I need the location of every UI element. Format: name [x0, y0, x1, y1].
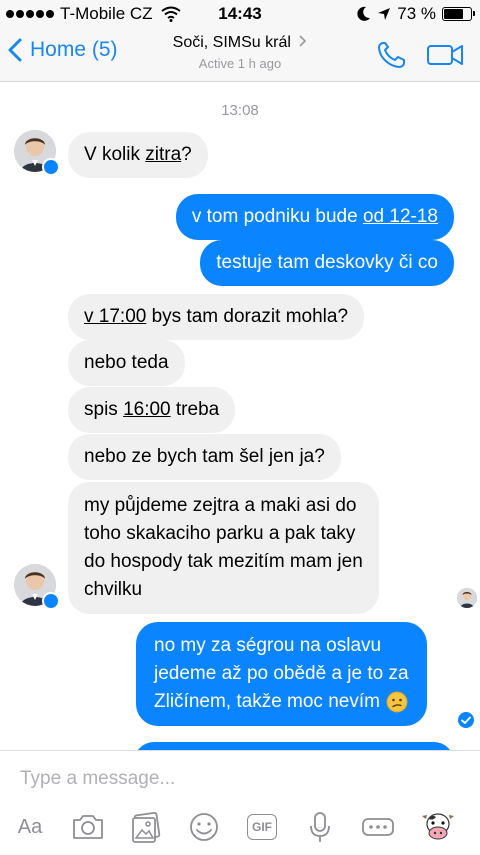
message-bubble-outgoing-partial[interactable] — [134, 742, 454, 750]
messenger-badge-icon — [42, 158, 60, 176]
more-icon[interactable] — [360, 809, 396, 845]
message-bubble-incoming[interactable]: spis 16:00 treba — [68, 387, 236, 433]
avatar[interactable] — [14, 564, 60, 610]
status-bar: T-Mobile CZ 14:43 73 % — [0, 0, 480, 28]
composer: Aa GIF — [0, 750, 480, 855]
conversation-title-area[interactable]: Soči, SIMSu král Active 1 h ago — [140, 34, 340, 71]
battery-percent: 73 % — [397, 4, 436, 23]
message-thread[interactable]: 13:08 V kolik zitra? v tom podniku bude … — [0, 82, 480, 750]
message-line: chvilku — [84, 579, 143, 600]
message-link[interactable]: od 12-18 — [363, 206, 438, 227]
message-text: treba — [170, 399, 220, 420]
message-text: V kolik — [84, 144, 146, 165]
phone-icon[interactable] — [376, 40, 408, 70]
cow-sticker-icon[interactable] — [420, 809, 456, 845]
seen-avatar — [457, 588, 477, 608]
message-text: nebo teda — [84, 352, 169, 373]
message-line: no my za ségrou na oslavu — [154, 635, 382, 656]
chevron-left-icon — [8, 38, 22, 62]
conversation-title: Soči, SIMSu král — [140, 34, 340, 52]
message-text: spis — [84, 399, 124, 420]
message-line-with-emoji: Zličínem, takže moc nevím — [154, 688, 409, 716]
emoji-smiley-icon[interactable] — [186, 809, 222, 845]
message-line: do hospody tak mezitím mam jen — [84, 551, 363, 572]
message-text: testuje tam deskovky či co — [216, 252, 438, 273]
message-line: jedeme až po obědě a je to za — [154, 663, 409, 684]
aa-label: Aa — [17, 815, 43, 838]
battery-icon — [442, 7, 475, 21]
message-text: v tom podniku bude — [191, 206, 363, 227]
message-link[interactable]: v 17:00 — [84, 306, 146, 327]
back-button[interactable]: Home (5) — [8, 38, 118, 62]
message-bubble-incoming[interactable]: V kolik zitra? — [68, 132, 208, 178]
video-camera-icon[interactable] — [426, 42, 464, 68]
moon-icon — [357, 6, 371, 21]
back-label: Home (5) — [30, 38, 118, 61]
message-line: my půjdeme zejtra a maki asi do — [84, 495, 357, 516]
message-bubble-incoming[interactable]: nebo teda — [68, 340, 185, 386]
message-bubble-incoming[interactable]: my půjdeme zejtra a maki asi do toho ska… — [68, 482, 379, 614]
timestamp: 13:08 — [221, 102, 259, 119]
message-text: ? — [181, 144, 192, 165]
message-link[interactable]: zitra — [145, 144, 181, 165]
message-bubble-outgoing[interactable]: testuje tam deskovky či co — [200, 240, 454, 286]
message-bubble-incoming[interactable]: v 17:00 bys tam dorazit mohla? — [68, 294, 365, 340]
message-bubble-outgoing[interactable]: v tom podniku bude od 12-18 — [175, 194, 454, 240]
active-status: Active 1 h ago — [198, 56, 282, 71]
message-text: nebo ze bych tam šel jen ja? — [84, 446, 325, 467]
microphone-icon[interactable] — [302, 809, 338, 845]
message-input[interactable] — [20, 761, 460, 797]
status-right: 73 % — [357, 4, 475, 24]
messenger-badge-icon — [42, 592, 60, 610]
photo-gallery-icon[interactable] — [128, 809, 164, 845]
conversation-header: Home (5) Soči, SIMSu král Active 1 h ago — [0, 28, 480, 82]
camera-icon[interactable] — [70, 809, 106, 845]
confused-face-emoji — [386, 691, 408, 713]
avatar[interactable] — [14, 130, 60, 176]
gif-label: GIF — [252, 820, 272, 834]
message-bubble-incoming[interactable]: nebo ze bych tam šel jen ja? — [68, 434, 341, 480]
delivered-check-icon — [458, 712, 474, 728]
message-link[interactable]: 16:00 — [123, 399, 171, 420]
text-format-icon[interactable]: Aa — [12, 809, 48, 845]
gif-icon[interactable]: GIF — [244, 809, 280, 845]
message-text: bys tam dorazit mohla? — [146, 306, 349, 327]
message-line: toho skakaciho parku a pak taky — [84, 523, 356, 544]
location-arrow-icon — [378, 8, 391, 20]
battery-fill — [444, 9, 463, 19]
chevron-right-icon — [299, 35, 307, 47]
message-line: Zličínem, takže moc nevím — [154, 691, 380, 712]
conversation-name: Soči, SIMSu král — [172, 34, 291, 51]
composer-toolbar: Aa GIF — [0, 809, 480, 849]
gif-box: GIF — [247, 814, 277, 840]
message-bubble-outgoing[interactable]: no my za ségrou na oslavu jedeme až po o… — [136, 622, 427, 726]
